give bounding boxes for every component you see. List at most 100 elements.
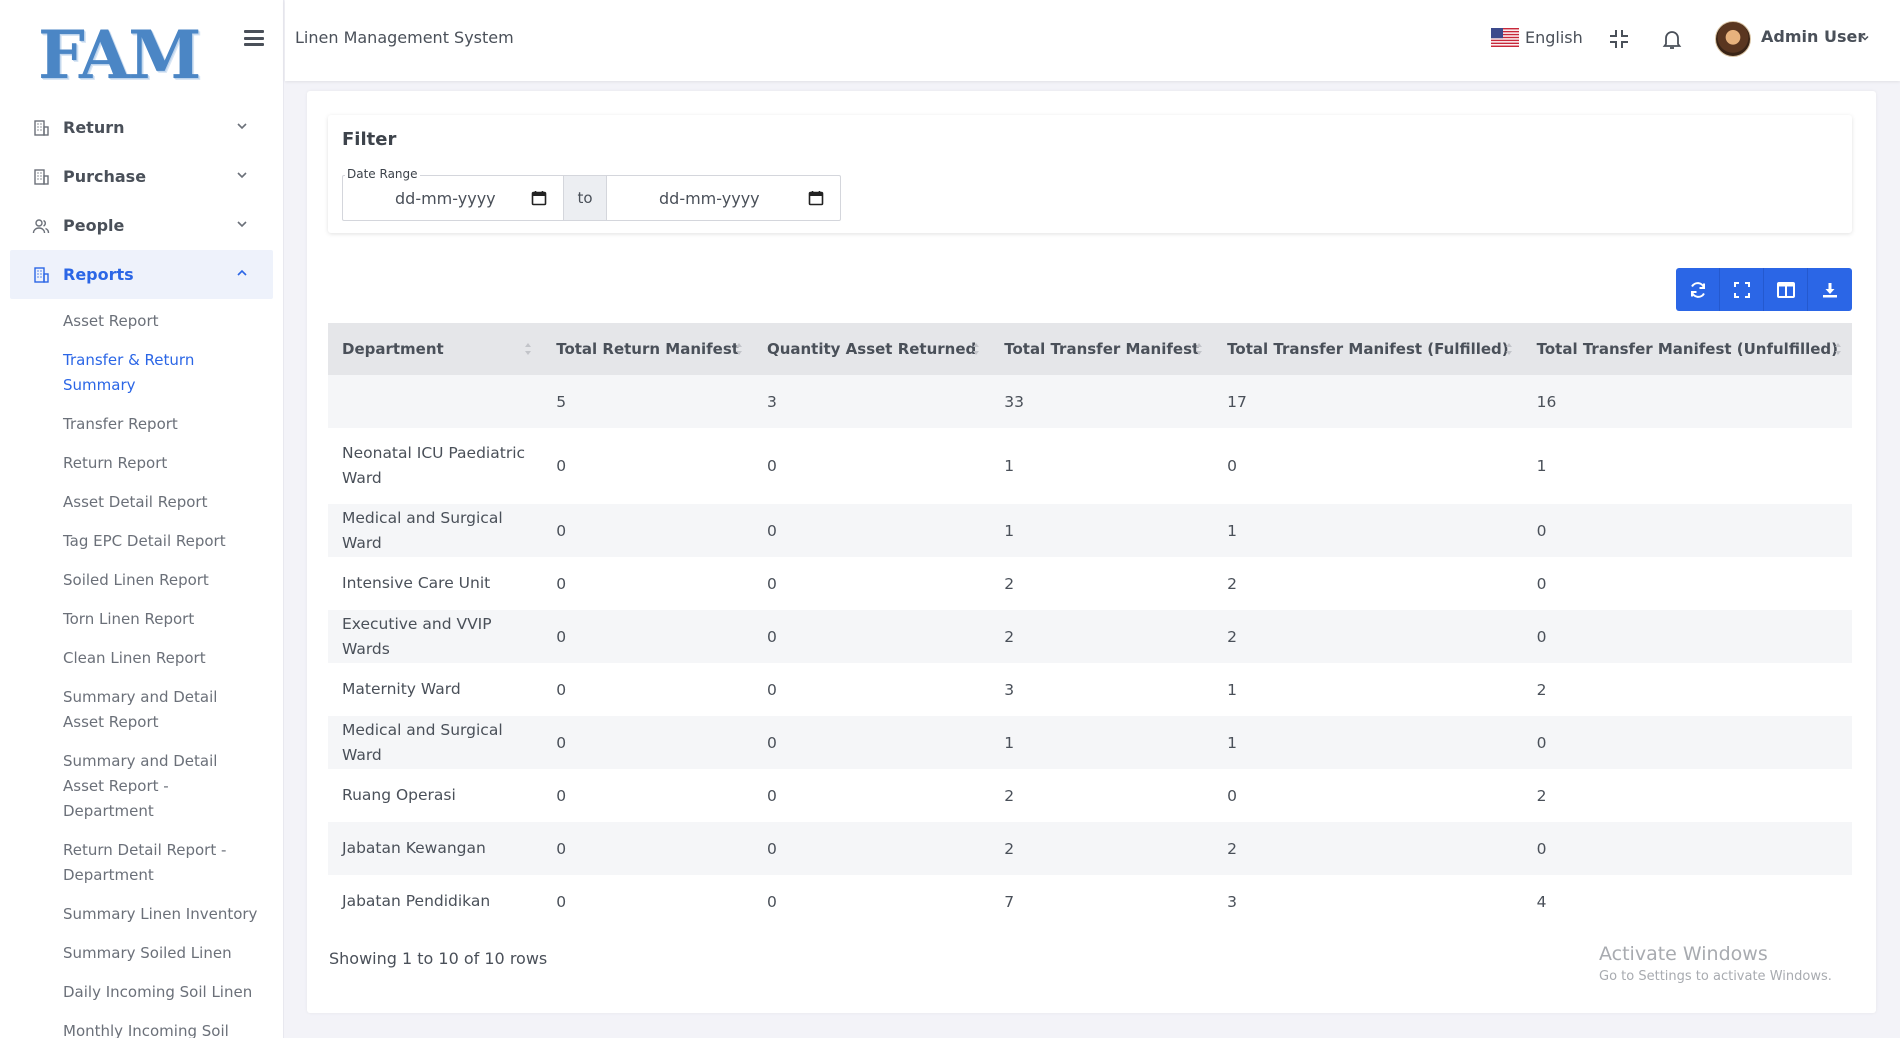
cell: 2 <box>1227 574 1238 593</box>
col-header-transfer-unfulfilled[interactable]: Total Transfer Manifest (Unfulfilled) <box>1522 323 1852 375</box>
calendar-icon[interactable] <box>531 190 547 206</box>
submenu-item[interactable]: Monthly Incoming Soil <box>63 1017 263 1038</box>
cell: 2 <box>1536 680 1547 699</box>
sort-icon <box>525 343 532 355</box>
submenu-item[interactable]: Clean Linen Report <box>63 644 263 683</box>
fullscreen-button[interactable] <box>1720 268 1764 311</box>
main-content: Filter Date Range dd-mm-yyyy to dd-mm-yy… <box>307 91 1876 1013</box>
filter-title: Filter <box>342 129 397 150</box>
summary-table: Department Total Return Manifest Quantit… <box>328 323 1852 928</box>
submenu-item[interactable]: Transfer Report <box>63 410 263 449</box>
submenu-item[interactable]: Summary Linen Inventory <box>63 900 263 939</box>
cell: 0 <box>556 521 567 540</box>
table-row: Neonatal ICU Paediatric Ward 0 0 1 0 1 <box>328 428 1852 504</box>
cell: 0 <box>766 680 777 699</box>
logo-row: FAM <box>0 0 283 100</box>
cell: 0 <box>766 839 777 858</box>
cell: 0 <box>766 574 777 593</box>
menu-toggle-icon[interactable] <box>244 30 264 48</box>
cell-department: Medical and Surgical Ward <box>342 508 503 552</box>
avatar[interactable] <box>1715 21 1751 57</box>
date-from-input[interactable]: dd-mm-yyyy <box>343 176 563 220</box>
date-from-placeholder: dd-mm-yyyy <box>395 188 496 208</box>
cell: 0 <box>1227 457 1238 475</box>
top-header: Linen Management System English Admin Us… <box>285 0 1900 81</box>
language-selector[interactable]: English <box>1491 28 1583 47</box>
windows-watermark: Activate Windows Go to Settings to activ… <box>1599 943 1832 984</box>
submenu-item[interactable]: Return Report <box>63 449 263 488</box>
cell-department <box>328 375 542 428</box>
submenu-item[interactable]: Summary and Detail Asset Report <box>63 683 263 747</box>
cell: 0 <box>1536 733 1547 752</box>
col-header-transfer-fulfilled[interactable]: Total Transfer Manifest (Fulfilled) <box>1213 323 1523 375</box>
table-toolbar <box>1676 268 1852 311</box>
submenu-item[interactable]: Summary Soiled Linen <box>63 939 263 978</box>
building-icon <box>32 168 50 186</box>
sidebar-item-label: Reports <box>63 265 134 284</box>
calendar-icon[interactable] <box>808 190 824 206</box>
cell: 0 <box>1227 786 1238 805</box>
cell: 0 <box>556 457 567 475</box>
download-icon <box>1823 282 1837 297</box>
col-header-total-return-manifest[interactable]: Total Return Manifest <box>542 323 753 375</box>
cell: 1 <box>1004 733 1015 752</box>
cell: 1 <box>1536 457 1547 475</box>
date-to-placeholder: dd-mm-yyyy <box>659 188 760 208</box>
cell-department: Medical and Surgical Ward <box>342 720 503 764</box>
building-icon <box>32 119 50 137</box>
columns-button[interactable] <box>1764 268 1808 311</box>
bell-icon[interactable] <box>1660 27 1684 51</box>
submenu-item[interactable]: Soiled Linen Report <box>63 566 263 605</box>
cell: 16 <box>1536 392 1557 411</box>
submenu-item[interactable]: Torn Linen Report <box>63 605 263 644</box>
user-name[interactable]: Admin User <box>1761 27 1865 46</box>
table-row: Maternity Ward 0 0 3 1 2 <box>328 663 1852 716</box>
cell: 0 <box>556 574 567 593</box>
submenu-item[interactable]: Summary and Detail Asset Report - Depart… <box>63 747 263 836</box>
cell: 17 <box>1227 392 1247 411</box>
submenu-item[interactable]: Return Detail Report - Department <box>63 836 263 900</box>
sidebar-item-purchase[interactable]: Purchase <box>10 152 273 201</box>
sidebar: FAM Return Purchase People Reports Asset… <box>0 0 284 1038</box>
cell: 3 <box>766 392 777 411</box>
export-button[interactable] <box>1808 268 1852 311</box>
chevron-down-icon[interactable] <box>1860 33 1870 43</box>
cell: 0 <box>766 786 777 805</box>
refresh-button[interactable] <box>1676 268 1720 311</box>
col-header-quantity-asset-returned[interactable]: Quantity Asset Returned <box>752 323 991 375</box>
chevron-up-icon <box>237 269 247 276</box>
sidebar-item-reports[interactable]: Reports <box>10 250 273 299</box>
cell-department: Jabatan Pendidikan <box>342 892 491 910</box>
app-title: Linen Management System <box>295 28 514 47</box>
cell-department: Ruang Operasi <box>342 786 456 804</box>
fullscreen-icon <box>1733 281 1750 298</box>
cell: 0 <box>766 457 777 475</box>
cell: 0 <box>556 627 567 646</box>
cell: 0 <box>1536 521 1547 540</box>
sort-icon <box>1835 343 1841 355</box>
cell: 1 <box>1227 680 1238 699</box>
cell: 0 <box>556 680 567 699</box>
submenu-item[interactable]: Asset Report <box>63 307 263 346</box>
date-to-input[interactable]: dd-mm-yyyy <box>607 176 840 220</box>
cell: 0 <box>766 733 777 752</box>
submenu-item[interactable]: Asset Detail Report <box>63 488 263 527</box>
table-row: Medical and Surgical Ward 0 0 1 1 0 <box>328 504 1852 557</box>
cell: 0 <box>1536 627 1547 646</box>
col-header-total-transfer-manifest[interactable]: Total Transfer Manifest <box>990 323 1214 375</box>
submenu-item[interactable]: Tag EPC Detail Report <box>63 527 263 566</box>
submenu-item[interactable]: Transfer & Return Summary <box>63 346 263 410</box>
cell-department: Jabatan Kewangan <box>342 839 486 857</box>
sidebar-item-people[interactable]: People <box>10 201 273 250</box>
exit-fullscreen-icon[interactable] <box>1607 27 1631 51</box>
watermark-title: Activate Windows <box>1599 943 1768 965</box>
language-label: English <box>1525 28 1583 47</box>
cell: 3 <box>1004 680 1015 699</box>
cell: 2 <box>1004 627 1015 646</box>
submenu-item[interactable]: Daily Incoming Soil Linen <box>63 978 263 1017</box>
cell: 33 <box>1004 392 1024 411</box>
sidebar-item-return[interactable]: Return <box>10 103 273 152</box>
cell: 1 <box>1004 457 1015 475</box>
chevron-down-icon <box>237 123 247 130</box>
col-header-department[interactable]: Department <box>328 323 543 375</box>
